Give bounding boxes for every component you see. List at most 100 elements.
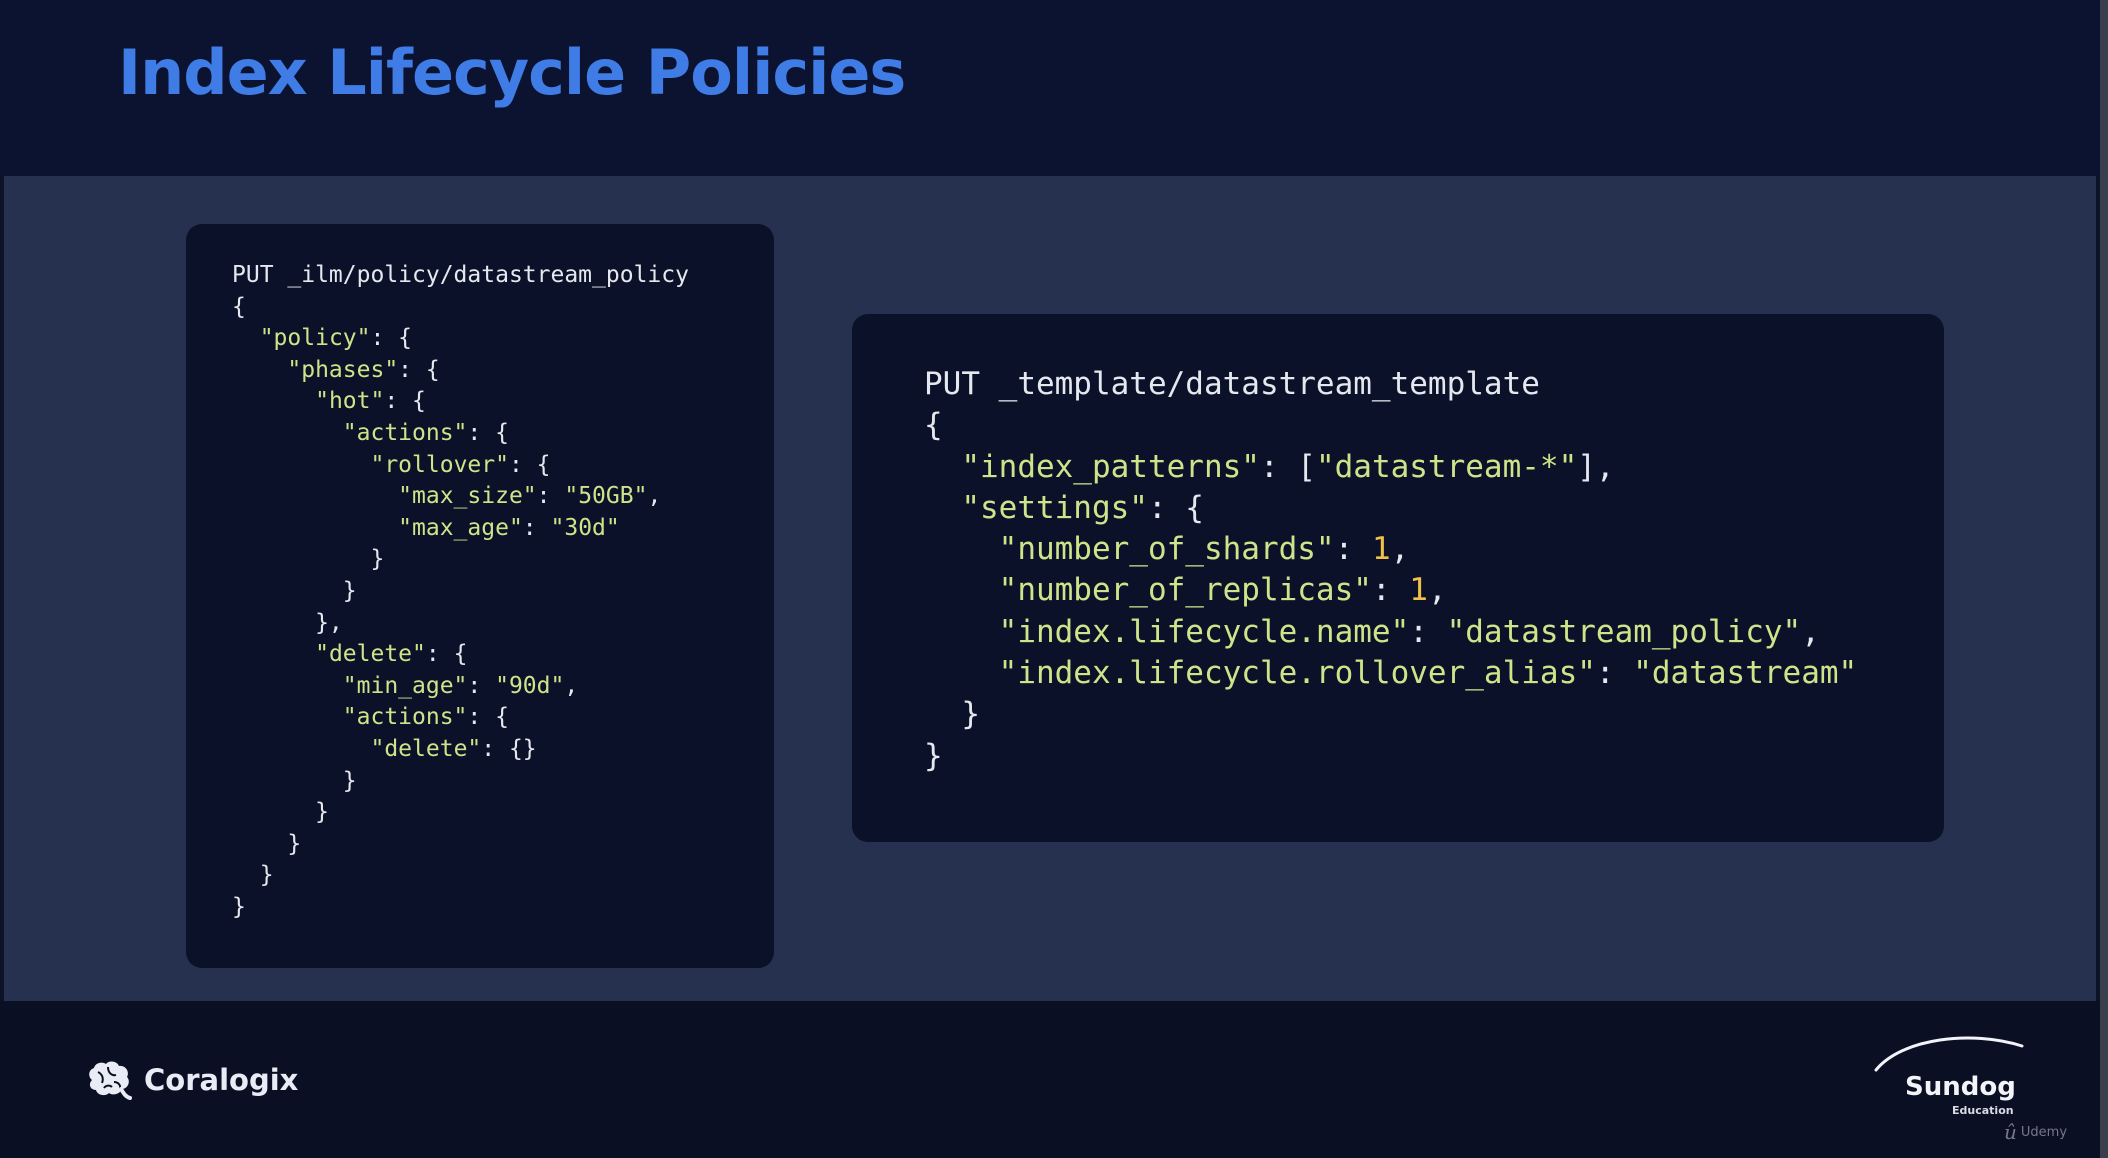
code-text: :	[1371, 572, 1410, 609]
code-text: : {	[508, 451, 551, 478]
code-text: PUT _ilm/policy/datastream_policy	[232, 262, 689, 288]
sundog-logo: Sundog Education û Udemy	[1870, 1032, 2067, 1152]
slide-title: Index Lifecycle Policies	[118, 36, 906, 109]
code-line: PUT _template/datastream_template	[924, 364, 1944, 405]
code-line: }	[232, 892, 774, 924]
code-string: "number_of_replicas"	[998, 572, 1372, 609]
code-line: }	[232, 766, 774, 798]
code-line: "max_age": "30d"	[232, 513, 774, 545]
code-text: :	[536, 483, 565, 510]
coralogix-name: Coralogix	[144, 1063, 299, 1097]
code-string: "phases"	[287, 356, 399, 383]
code-line: {	[924, 405, 1944, 446]
index-template-code: PUT _template/datastream_template { "inde…	[924, 364, 1944, 777]
udemy-text: Udemy	[2020, 1124, 2068, 1140]
code-line: }	[232, 544, 774, 576]
code-line: "settings": {	[924, 488, 1944, 529]
code-string: "datastream"	[1633, 655, 1858, 692]
slide-header: Index Lifecycle Policies	[0, 0, 2100, 175]
code-text: }	[232, 862, 274, 889]
code-line: "delete": {}	[232, 734, 774, 766]
code-line: "max_size": "50GB",	[232, 481, 774, 513]
code-text: :	[1334, 531, 1372, 568]
code-text: : {}	[481, 735, 537, 762]
code-line: "number_of_replicas": 1,	[924, 570, 1944, 611]
code-text: {	[232, 293, 246, 320]
code-line: "phases": {	[232, 355, 774, 387]
code-line: }	[232, 576, 774, 608]
code-string: "max_size"	[398, 483, 537, 510]
code-number: 1	[1371, 531, 1391, 568]
code-line: "number_of_shards": 1,	[924, 529, 1944, 570]
code-text: ,	[1390, 531, 1410, 568]
code-line: "rollover": {	[232, 450, 774, 482]
code-string: "30d"	[550, 514, 620, 541]
code-line: },	[232, 608, 774, 640]
code-line: "index_patterns": ["datastream-*"],	[924, 447, 1944, 488]
code-text: }	[232, 577, 357, 604]
udemy-icon: û	[2004, 1120, 2017, 1144]
code-line: }	[232, 829, 774, 861]
code-string: "rollover"	[370, 451, 509, 478]
code-line: }	[232, 860, 774, 892]
code-text: }	[232, 830, 302, 857]
code-text: : {	[370, 325, 413, 352]
code-text: : {	[398, 356, 440, 383]
code-text: PUT _template/datastream_template	[924, 366, 1540, 402]
code-text: }	[232, 546, 385, 573]
code-text: : {	[384, 388, 426, 415]
code-text: }	[232, 767, 357, 794]
slide-footer	[0, 1001, 2100, 1158]
code-text: :	[1595, 655, 1634, 692]
code-line: "actions": {	[232, 418, 774, 450]
index-template-code-panel: PUT _template/datastream_template { "inde…	[852, 314, 1944, 842]
code-text: {	[924, 407, 943, 444]
code-line: }	[232, 797, 774, 829]
code-text: :	[1409, 613, 1447, 650]
code-text: ,	[1801, 613, 1820, 650]
code-text: : [	[1259, 448, 1316, 485]
code-text: }	[924, 737, 943, 774]
code-string: "index_patterns"	[961, 448, 1260, 485]
code-line: "delete": {	[232, 639, 774, 671]
code-string: "index.lifecycle.name"	[998, 613, 1410, 650]
code-text: },	[232, 609, 343, 636]
code-string: "delete"	[370, 735, 482, 762]
code-text: }	[924, 696, 980, 733]
code-string: "datastream_policy"	[1446, 613, 1802, 650]
code-string: "50GB"	[564, 483, 648, 510]
code-text: : {	[1147, 489, 1204, 526]
code-text: ],	[1577, 448, 1615, 485]
udemy-watermark: û Udemy	[2004, 1120, 2067, 1144]
code-line: }	[924, 736, 1944, 777]
code-string: "number_of_shards"	[998, 531, 1335, 568]
brain-icon	[89, 1061, 132, 1100]
code-line: PUT _ilm/policy/datastream_policy	[232, 260, 774, 292]
code-text: : {	[467, 704, 509, 731]
code-text: : {	[467, 419, 509, 446]
code-line: "actions": {	[232, 702, 774, 734]
code-string: "90d"	[495, 672, 565, 699]
code-line: {	[232, 292, 774, 324]
code-line: }	[924, 694, 1944, 735]
code-text: }	[232, 799, 329, 826]
code-string: "delete"	[315, 641, 426, 668]
coralogix-logo: Coralogix	[84, 1058, 298, 1102]
ilm-policy-code-panel: PUT _ilm/policy/datastream_policy { "poli…	[186, 224, 774, 968]
code-string: "actions"	[342, 704, 468, 731]
